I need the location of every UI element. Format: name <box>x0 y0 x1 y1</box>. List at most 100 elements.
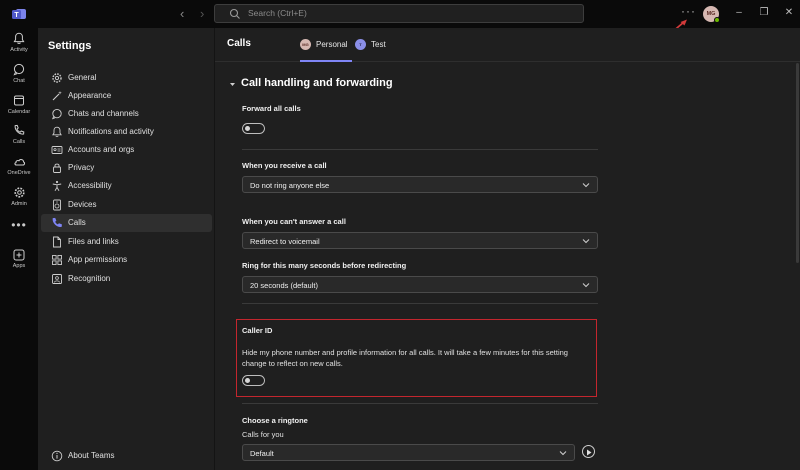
scrollbar[interactable] <box>796 63 799 263</box>
chevron-down-icon <box>582 283 590 288</box>
nav-label: Accounts and orgs <box>68 145 135 154</box>
caret-down-icon <box>230 83 235 86</box>
content-header: Calls MG Personal T Test <box>215 28 800 62</box>
nav-label: Devices <box>68 200 97 209</box>
rail-item-calls[interactable]: Calls <box>0 124 38 145</box>
settings-nav-files[interactable]: Files and links <box>41 233 212 251</box>
more-options-icon[interactable]: ··· <box>681 4 696 18</box>
tab-label: Test <box>371 40 386 49</box>
settings-nav-panel: Settings General Appearance Chats and ch… <box>38 28 215 470</box>
dropdown-value: Default <box>250 449 274 458</box>
wand-icon <box>52 91 62 101</box>
page-title: Calls <box>227 38 251 49</box>
test-avatar: T <box>355 39 366 50</box>
rail-label: OneDrive <box>7 170 31 176</box>
search-placeholder: Search (Ctrl+E) <box>248 8 307 18</box>
rail-label: Activity <box>10 47 28 53</box>
app-rail: Activity Chat Calendar Calls OneDrive Ad… <box>0 28 38 470</box>
svg-text:T: T <box>14 12 19 19</box>
cant-answer-dropdown[interactable]: Redirect to voicemail <box>242 232 598 249</box>
divider <box>242 149 598 150</box>
tab-label: Personal <box>316 40 348 49</box>
calls-for-you-label: Calls for you <box>242 430 284 439</box>
nav-label: General <box>68 73 97 82</box>
more-apps-icon[interactable]: ••• <box>0 218 38 232</box>
minimize-icon[interactable]: – <box>733 7 745 19</box>
settings-scroll-area[interactable]: Call handling and forwarding Forward all… <box>215 63 800 470</box>
restore-icon[interactable]: ❐ <box>758 7 770 19</box>
search-box[interactable]: Search (Ctrl+E) <box>214 4 584 23</box>
apps-icon <box>52 255 62 265</box>
tab-personal[interactable]: MG Personal <box>300 36 352 62</box>
rail-item-chat[interactable]: Chat <box>0 63 38 84</box>
gear-icon <box>52 73 62 83</box>
settings-nav-recognition[interactable]: Recognition <box>41 270 212 288</box>
settings-nav-accessibility[interactable]: Accessibility <box>41 177 212 195</box>
receive-call-dropdown[interactable]: Do not ring anyone else <box>242 176 598 193</box>
lock-icon <box>53 163 61 173</box>
settings-nav-app-permissions[interactable]: App permissions <box>41 251 212 269</box>
ring-seconds-label: Ring for this many seconds before redire… <box>242 261 407 270</box>
divider <box>242 403 598 404</box>
settings-nav-devices[interactable]: Devices <box>41 196 212 214</box>
settings-title: Settings <box>48 40 92 52</box>
nav-label: Calls <box>68 218 86 227</box>
rail-item-activity[interactable]: Activity <box>0 32 38 53</box>
tab-test[interactable]: T Test <box>355 36 395 62</box>
forward-all-toggle[interactable] <box>242 123 265 134</box>
nav-label: Privacy <box>68 163 95 172</box>
rail-label: Apps <box>12 263 26 269</box>
caller-id-toggle[interactable] <box>242 375 265 386</box>
bell-icon <box>13 32 25 44</box>
speaker-icon <box>53 199 61 211</box>
rail-item-admin[interactable]: Admin <box>0 186 38 207</box>
about-teams-link[interactable]: About Teams <box>41 447 212 465</box>
settings-nav-calls[interactable]: Calls <box>41 214 212 232</box>
dropdown-value: Redirect to voicemail <box>250 237 320 246</box>
chat-icon <box>13 63 25 76</box>
settings-nav-chats[interactable]: Chats and channels <box>41 105 212 123</box>
forward-arrow-icon[interactable]: › <box>200 6 204 22</box>
cant-answer-label: When you can't answer a call <box>242 217 346 226</box>
ringtone-dropdown[interactable]: Default <box>242 444 575 461</box>
dropdown-value: Do not ring anyone else <box>250 181 330 190</box>
nav-label: App permissions <box>68 255 128 264</box>
calls-settings-content: Calls MG Personal T Test Call handling a… <box>215 28 800 470</box>
back-arrow-icon[interactable]: ‹ <box>180 6 184 22</box>
close-icon[interactable]: ✕ <box>783 7 795 19</box>
search-icon <box>229 8 240 19</box>
caller-id-description: Hide my phone number and profile informa… <box>242 348 568 368</box>
rail-label: Calendar <box>7 109 31 115</box>
nav-label: Notifications and activity <box>68 127 154 136</box>
ring-seconds-dropdown[interactable]: 20 seconds (default) <box>242 276 598 293</box>
nav-label: Accessibility <box>68 181 112 190</box>
settings-nav-privacy[interactable]: Privacy <box>41 159 212 177</box>
play-icon <box>587 449 592 455</box>
bell-icon <box>52 126 62 137</box>
settings-nav-appearance[interactable]: Appearance <box>41 87 212 105</box>
title-bar: T ‹ › Search (Ctrl+E) ··· MG – ❐ ✕ <box>0 0 800 34</box>
settings-nav-notifications[interactable]: Notifications and activity <box>41 123 212 141</box>
document-icon <box>53 236 61 248</box>
chevron-down-icon <box>582 183 590 188</box>
nav-label: About Teams <box>68 451 115 460</box>
settings-nav-general[interactable]: General <box>41 69 212 87</box>
section-title: Call handling and forwarding <box>241 77 393 89</box>
id-card-icon <box>51 146 63 154</box>
nav-label: Files and links <box>68 237 119 246</box>
rail-item-onedrive[interactable]: OneDrive <box>0 155 38 176</box>
chevron-down-icon <box>582 239 590 244</box>
receive-call-label: When you receive a call <box>242 161 327 170</box>
settings-nav-accounts[interactable]: Accounts and orgs <box>41 141 212 159</box>
divider <box>242 303 598 304</box>
rail-item-calendar[interactable]: Calendar <box>0 94 38 115</box>
rail-item-apps[interactable]: Apps <box>0 249 38 269</box>
chevron-down-icon <box>559 451 567 456</box>
caller-id-label: Caller ID <box>242 326 273 335</box>
play-ringtone-button[interactable] <box>582 445 595 458</box>
teams-logo-icon[interactable]: T <box>11 6 27 22</box>
cloud-icon <box>13 159 25 166</box>
dropdown-value: 20 seconds (default) <box>250 281 318 290</box>
chat-icon <box>52 108 62 120</box>
toggle-knob <box>245 378 250 383</box>
